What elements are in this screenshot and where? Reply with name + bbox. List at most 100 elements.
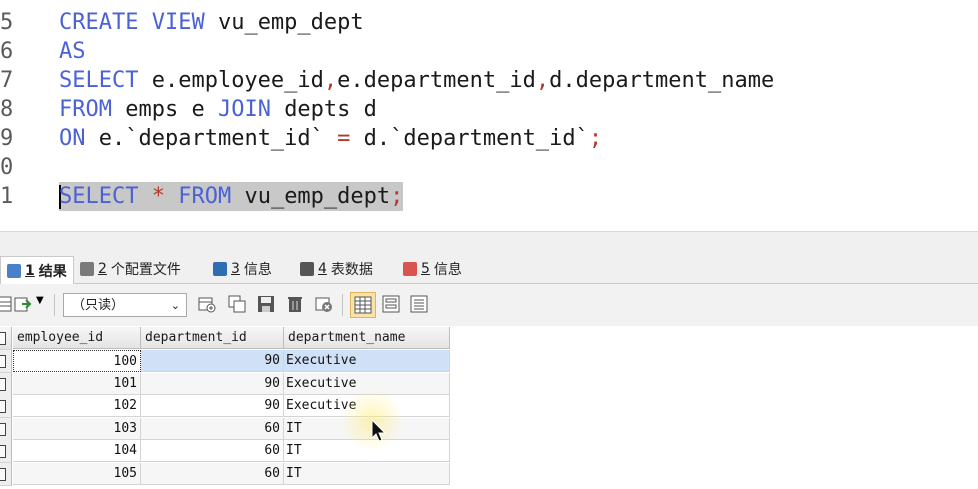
export-dropdown-icon[interactable]: ▼: [36, 295, 44, 306]
row-checkbox[interactable]: [0, 350, 12, 373]
cell-department-name[interactable]: Executive: [284, 350, 450, 372]
code-text: ON e.`department_id` = d.`department_id`…: [59, 124, 602, 153]
tab-label: 表数据: [330, 262, 373, 278]
tab-4[interactable]: 4 表数据: [294, 257, 379, 281]
form-mode-icon[interactable]: [382, 295, 400, 313]
tab-label: 个配置文件: [110, 262, 181, 278]
info-icon: [213, 262, 227, 276]
grid-view-icon[interactable]: [0, 295, 12, 313]
profile-icon: [80, 262, 94, 276]
sql-keyword: ON: [59, 126, 99, 151]
sql-identifier: e.department_id: [337, 68, 536, 93]
sql-identifier: depts d: [284, 97, 377, 122]
result-toolbar: ▼ （只读） ⌄: [0, 284, 978, 326]
read-only-mode-value: （只读）: [72, 298, 125, 313]
sql-identifier: vu_emp_dept: [244, 184, 391, 209]
row-checkbox[interactable]: [0, 395, 12, 418]
column-header-employee-id[interactable]: employee_id: [13, 327, 141, 349]
tab-label: 信息: [243, 262, 272, 278]
code-line[interactable]: 7 SELECT e.employee_id,e.department_id,d.…: [0, 66, 978, 95]
line-number: 5: [0, 10, 14, 35]
save-icon[interactable]: [257, 295, 275, 313]
tab-number: 2: [98, 261, 107, 277]
line-number: 8: [0, 97, 14, 122]
cell-department-id[interactable]: 60: [141, 462, 284, 485]
cell-department-id[interactable]: 90: [141, 372, 284, 395]
cell-department-id[interactable]: 60: [141, 417, 284, 440]
sql-keyword: FROM: [164, 184, 245, 209]
sql-identifier: e.`department_id`: [98, 126, 338, 151]
cell-department-id[interactable]: 90: [141, 395, 284, 417]
code-line[interactable]: 8 FROM emps e JOIN depts d: [0, 95, 978, 124]
cell-employee-id[interactable]: 101: [13, 372, 141, 395]
sql-operator: =: [337, 126, 351, 151]
tab-3[interactable]: 3 信息: [207, 257, 278, 281]
code-text: SELECT e.employee_id,e.department_id,d.d…: [59, 66, 774, 95]
corner-header[interactable]: [0, 327, 12, 350]
history-icon: [403, 262, 417, 276]
row-checkbox[interactable]: [0, 372, 12, 396]
cell-employee-id[interactable]: 105: [13, 462, 141, 485]
line-number: 1: [0, 184, 14, 209]
cell-employee-id[interactable]: 103: [13, 417, 141, 440]
text-mode-icon[interactable]: [410, 295, 428, 313]
sql-identifier: vu_emp_dept: [217, 10, 364, 35]
duplicate-row-icon[interactable]: [228, 295, 246, 313]
sql-keyword: SELECT: [59, 68, 152, 93]
line-number: 7: [0, 68, 14, 93]
line-number: 9: [0, 126, 14, 151]
cell-department-id[interactable]: 90: [141, 350, 284, 372]
sql-keyword: JOIN: [217, 97, 285, 122]
cell-employee-id[interactable]: 104: [13, 440, 141, 462]
cancel-changes-icon[interactable]: [315, 295, 333, 313]
tab-1[interactable]: 1 结果: [0, 256, 74, 284]
code-text: SELECT * FROM vu_emp_dept;: [59, 182, 404, 211]
code-line[interactable]: 5 CREATE VIEW vu_emp_dept: [0, 8, 978, 37]
tab-number: 4: [318, 261, 327, 277]
read-only-mode-select[interactable]: （只读） ⌄: [63, 293, 187, 317]
code-line[interactable]: 6 AS: [0, 37, 978, 66]
line-number: 6: [0, 39, 14, 64]
sql-identifier: d.`department_id`: [350, 126, 589, 151]
row-checkbox[interactable]: [0, 440, 12, 463]
tab-2[interactable]: 2 个配置文件: [74, 257, 187, 281]
tab-5[interactable]: 5 信息: [397, 257, 468, 281]
result-grid: employee_id department_id department_name 1…: [0, 327, 978, 489]
sql-identifier: e.employee_id: [151, 68, 324, 93]
code-line[interactable]: 1 SELECT * FROM vu_emp_dept;: [0, 182, 978, 211]
row-checkbox[interactable]: [0, 417, 12, 441]
grid-mode-button[interactable]: [350, 292, 376, 318]
column-header-department-id[interactable]: department_id: [141, 327, 284, 349]
export-icon[interactable]: [14, 295, 32, 313]
cell-department-name[interactable]: IT: [284, 462, 450, 485]
sql-operator: ;: [390, 184, 404, 209]
sql-identifier: emps e: [125, 97, 218, 122]
code-text: AS: [59, 37, 86, 66]
code-line[interactable]: 0: [0, 153, 978, 182]
sql-keyword: CREATE VIEW: [59, 10, 218, 35]
sql-keyword: SELECT: [59, 184, 152, 209]
chevron-down-icon: ⌄: [170, 299, 180, 312]
tab-label: 信息: [433, 262, 462, 278]
row-checkbox[interactable]: [0, 462, 12, 486]
sql-keyword: AS: [59, 39, 86, 64]
sql-identifier: d.department_name: [549, 68, 775, 93]
column-header-department-name[interactable]: department_name: [284, 327, 450, 349]
sql-operator: ,: [535, 68, 550, 93]
tab-number: 3: [231, 261, 240, 277]
cell-employee-id[interactable]: 100: [13, 350, 141, 372]
line-number: 0: [0, 155, 14, 180]
cell-department-id[interactable]: 60: [141, 440, 284, 462]
sql-editor[interactable]: 5 CREATE VIEW vu_emp_dept 6 AS 7 SELECT e.emp…: [0, 0, 978, 228]
tab-number: 5: [421, 261, 430, 277]
tab-label: 结果: [38, 263, 67, 280]
delete-icon[interactable]: [286, 295, 304, 313]
code-text: FROM emps e JOIN depts d: [59, 95, 377, 124]
cell-employee-id[interactable]: 102: [13, 395, 141, 417]
sql-operator: ,: [323, 68, 338, 93]
tab-number: 1: [25, 262, 35, 279]
code-line[interactable]: 9 ON e.`department_id` = d.`department_id…: [0, 124, 978, 153]
toolbar-separator: [342, 294, 343, 316]
insert-row-icon[interactable]: [198, 295, 216, 313]
pane-splitter[interactable]: [0, 231, 978, 254]
